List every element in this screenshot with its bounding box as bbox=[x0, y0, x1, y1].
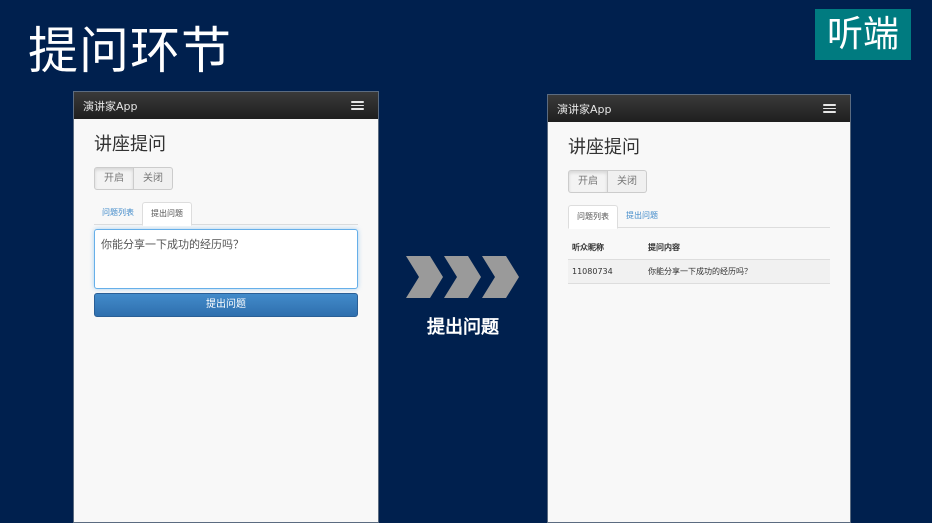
tab-ask-question[interactable]: 提出问题 bbox=[142, 202, 192, 226]
menu-icon[interactable] bbox=[351, 101, 364, 110]
question-input[interactable]: 你能分享一下成功的经历吗？ bbox=[94, 229, 358, 289]
phone-content: 讲座提问 开启 关闭 问题列表 提出问题 听众昵称 提问内容 11080734 … bbox=[548, 136, 850, 284]
page-title: 讲座提问 bbox=[568, 137, 640, 158]
tab-bar: 问题列表 提出问题 bbox=[94, 202, 358, 226]
toggle-off-button[interactable]: 关闭 bbox=[134, 167, 173, 190]
menu-icon[interactable] bbox=[823, 104, 836, 113]
cell-nickname: 11080734 bbox=[568, 259, 644, 284]
tab-question-list[interactable]: 问题列表 bbox=[568, 205, 618, 229]
toggle-on-button[interactable]: 开启 bbox=[94, 167, 134, 190]
toggle-on-button[interactable]: 开启 bbox=[568, 170, 608, 193]
tab-bar: 问题列表 提出问题 bbox=[568, 205, 830, 229]
toggle-off-button[interactable]: 关闭 bbox=[608, 170, 647, 193]
cell-question: 你能分享一下成功的经历吗？ bbox=[644, 259, 830, 284]
slide-title: 提问环节 bbox=[28, 22, 232, 80]
app-brand[interactable]: 演讲家App bbox=[83, 98, 138, 114]
qa-toggle-group: 开启 关闭 bbox=[568, 170, 647, 193]
tab-question-list[interactable]: 问题列表 bbox=[94, 202, 142, 224]
app-navbar: 演讲家App bbox=[74, 92, 378, 119]
phone-content: 讲座提问 开启 关闭 问题列表 提出问题 你能分享一下成功的经历吗？ 提出问题 bbox=[74, 133, 378, 317]
listener-badge: 听端 bbox=[815, 9, 911, 60]
question-table: 听众昵称 提问内容 11080734 你能分享一下成功的经历吗？ bbox=[568, 234, 830, 284]
chevron-right-arrows-icon bbox=[406, 256, 519, 298]
tab-ask-question[interactable]: 提出问题 bbox=[618, 205, 666, 227]
page-title: 讲座提问 bbox=[94, 134, 166, 155]
table-row[interactable]: 11080734 你能分享一下成功的经历吗？ bbox=[568, 259, 830, 284]
submit-question-button[interactable]: 提出问题 bbox=[94, 293, 358, 317]
column-header-content: 提问内容 bbox=[644, 234, 830, 260]
qa-toggle-group: 开启 关闭 bbox=[94, 167, 173, 190]
table-header-row: 听众昵称 提问内容 bbox=[568, 234, 830, 260]
app-navbar: 演讲家App bbox=[548, 95, 850, 122]
left-phone-screen: 演讲家App 讲座提问 开启 关闭 问题列表 提出问题 你能分享一下成功的经历吗… bbox=[73, 91, 379, 523]
arrow-caption: 提出问题 bbox=[427, 317, 499, 338]
app-brand[interactable]: 演讲家App bbox=[557, 101, 612, 117]
right-phone-screen: 演讲家App 讲座提问 开启 关闭 问题列表 提出问题 听众昵称 提问内容 11… bbox=[547, 94, 851, 523]
column-header-nickname: 听众昵称 bbox=[568, 234, 644, 260]
